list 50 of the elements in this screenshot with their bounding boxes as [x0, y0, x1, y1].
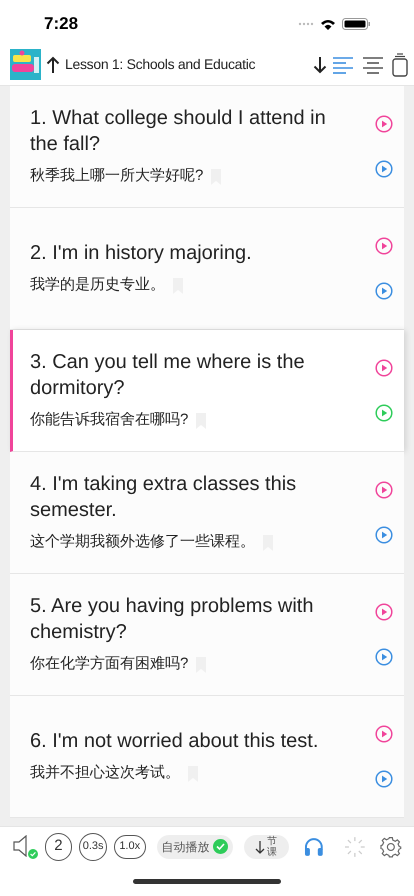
sentence-card[interactable]: 2. I'm in history majoring. 我学的是历史专业。	[10, 208, 404, 330]
lesson-title: Lesson 1: Schools and Educatic	[65, 56, 256, 72]
chinese-translation: 这个学期我额外选修了一些课程。	[30, 532, 255, 552]
copy-icon[interactable]	[392, 52, 408, 76]
sentence-card[interactable]: 5. Are you having problems with chemistry? 你在化学方面有困难吗?	[10, 574, 404, 696]
english-sentence: 5. Are you having problems with chemistry?	[30, 594, 314, 646]
down-arrow-icon[interactable]	[313, 56, 327, 74]
up-arrow-icon[interactable]	[46, 56, 60, 74]
play-icon[interactable]	[375, 282, 393, 300]
speed-button[interactable]: 1.0x	[114, 834, 146, 858]
sentence-card[interactable]: 6. I'm not worried about this test. 我并不担心这次考试。	[10, 696, 404, 818]
status-time: 7:28	[44, 13, 78, 36]
sentence-card[interactable]: 1. What college should I attend in the fall? 秋季我上哪一所大学好呢?	[10, 86, 404, 208]
center-align-icon[interactable]	[362, 56, 384, 74]
down-arrow-icon	[255, 840, 266, 854]
sentence-card[interactable]: 4. I'm taking extra classes this semester. 这个学期我额外选修了一些课程。	[10, 452, 404, 574]
english-sentence: 2. I'm in history majoring.	[30, 241, 253, 266]
interval-button[interactable]: 0.3s	[79, 832, 107, 860]
chinese-translation: 你在化学方面有困难吗?	[30, 654, 188, 674]
signal-icon	[298, 22, 314, 26]
play-icon[interactable]	[375, 526, 393, 544]
english-sentence: 1. What college should I attend in the fall?	[30, 106, 327, 158]
battery-icon	[342, 18, 370, 30]
chinese-translation: 我学的是历史专业。	[30, 275, 165, 296]
chinese-translation: 你能告诉我宿舍在哪吗?	[30, 410, 188, 430]
sentence-card[interactable]: 3. Can you tell me where is the dormitory? 你能告诉我宿舍在哪吗?	[10, 330, 404, 452]
settings-icon[interactable]	[380, 836, 402, 858]
english-sentence: 3. Can you tell me where is the dormitory?	[30, 350, 306, 402]
app-logo	[10, 49, 41, 80]
play-icon[interactable]	[375, 237, 393, 255]
play-icon[interactable]	[375, 481, 393, 499]
autoplay-button[interactable]: 自动播放	[156, 834, 233, 858]
next-lesson-button[interactable]: 节课	[244, 834, 289, 858]
chinese-translation: 秋季我上哪一所大学好呢?	[30, 166, 204, 186]
wifi-icon	[320, 18, 336, 30]
headphones-icon[interactable]	[302, 836, 325, 858]
english-sentence: 4. I'm taking extra classes this semester.	[30, 472, 298, 524]
english-sentence: 6. I'm not worried about this test.	[30, 729, 320, 754]
chinese-translation: 我并不担心这次考试。	[30, 763, 180, 784]
play-icon[interactable]	[375, 359, 393, 377]
play-icon[interactable]	[375, 603, 393, 621]
play-icon[interactable]	[375, 725, 393, 743]
play-icon[interactable]	[375, 404, 393, 422]
repeat-button[interactable]: 2	[44, 832, 72, 860]
loading-icon	[344, 836, 366, 858]
play-icon[interactable]	[375, 160, 393, 178]
play-icon[interactable]	[375, 770, 393, 788]
play-icon[interactable]	[375, 648, 393, 666]
play-icon[interactable]	[375, 115, 393, 133]
left-align-icon[interactable]	[332, 56, 354, 74]
